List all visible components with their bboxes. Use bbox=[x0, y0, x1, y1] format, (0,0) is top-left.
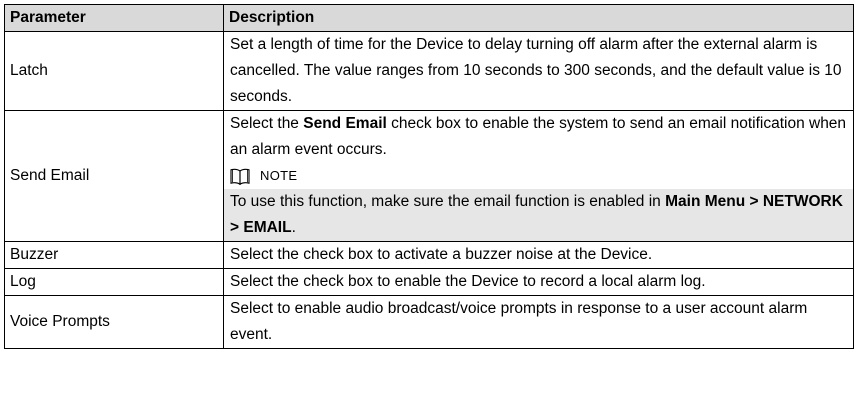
parameter-table: Parameter Description Latch Set a length… bbox=[4, 4, 854, 349]
table-header-row: Parameter Description bbox=[4, 4, 854, 32]
table-row: Latch Set a length of time for the Devic… bbox=[4, 31, 854, 111]
description-cell: Select the check box to activate a buzze… bbox=[223, 241, 854, 269]
parameter-cell: Send Email bbox=[4, 110, 224, 242]
description-cell: Select the check box to enable the Devic… bbox=[223, 268, 854, 296]
note-label: NOTE bbox=[260, 168, 298, 183]
parameter-cell: Log bbox=[4, 268, 224, 296]
table-row: Voice Prompts Select to enable audio bro… bbox=[4, 295, 854, 349]
table-row: Buzzer Select the check box to activate … bbox=[4, 241, 854, 269]
description-text: Select the bbox=[230, 115, 304, 132]
header-description: Description bbox=[223, 4, 854, 32]
note-heading: NOTE bbox=[230, 163, 849, 189]
note-text: To use this function, make sure the emai… bbox=[230, 193, 666, 210]
description-cell: Set a length of time for the Device to d… bbox=[223, 31, 854, 111]
description-bold-term: Send Email bbox=[303, 115, 387, 132]
book-icon bbox=[230, 168, 250, 185]
description-cell: Select to enable audio broadcast/voice p… bbox=[223, 295, 854, 349]
table-row: Send Email Select the Send Email check b… bbox=[4, 110, 854, 242]
description-cell: Select the Send Email check box to enabl… bbox=[223, 110, 854, 242]
parameter-cell: Voice Prompts bbox=[4, 295, 224, 349]
parameter-cell: Buzzer bbox=[4, 241, 224, 269]
send-email-description: Select the Send Email check box to enabl… bbox=[230, 111, 849, 163]
header-parameter: Parameter bbox=[4, 4, 224, 32]
note-end: . bbox=[291, 219, 296, 236]
note-body: To use this function, make sure the emai… bbox=[224, 189, 853, 241]
table-row: Log Select the check box to enable the D… bbox=[4, 268, 854, 296]
parameter-cell: Latch bbox=[4, 31, 224, 111]
